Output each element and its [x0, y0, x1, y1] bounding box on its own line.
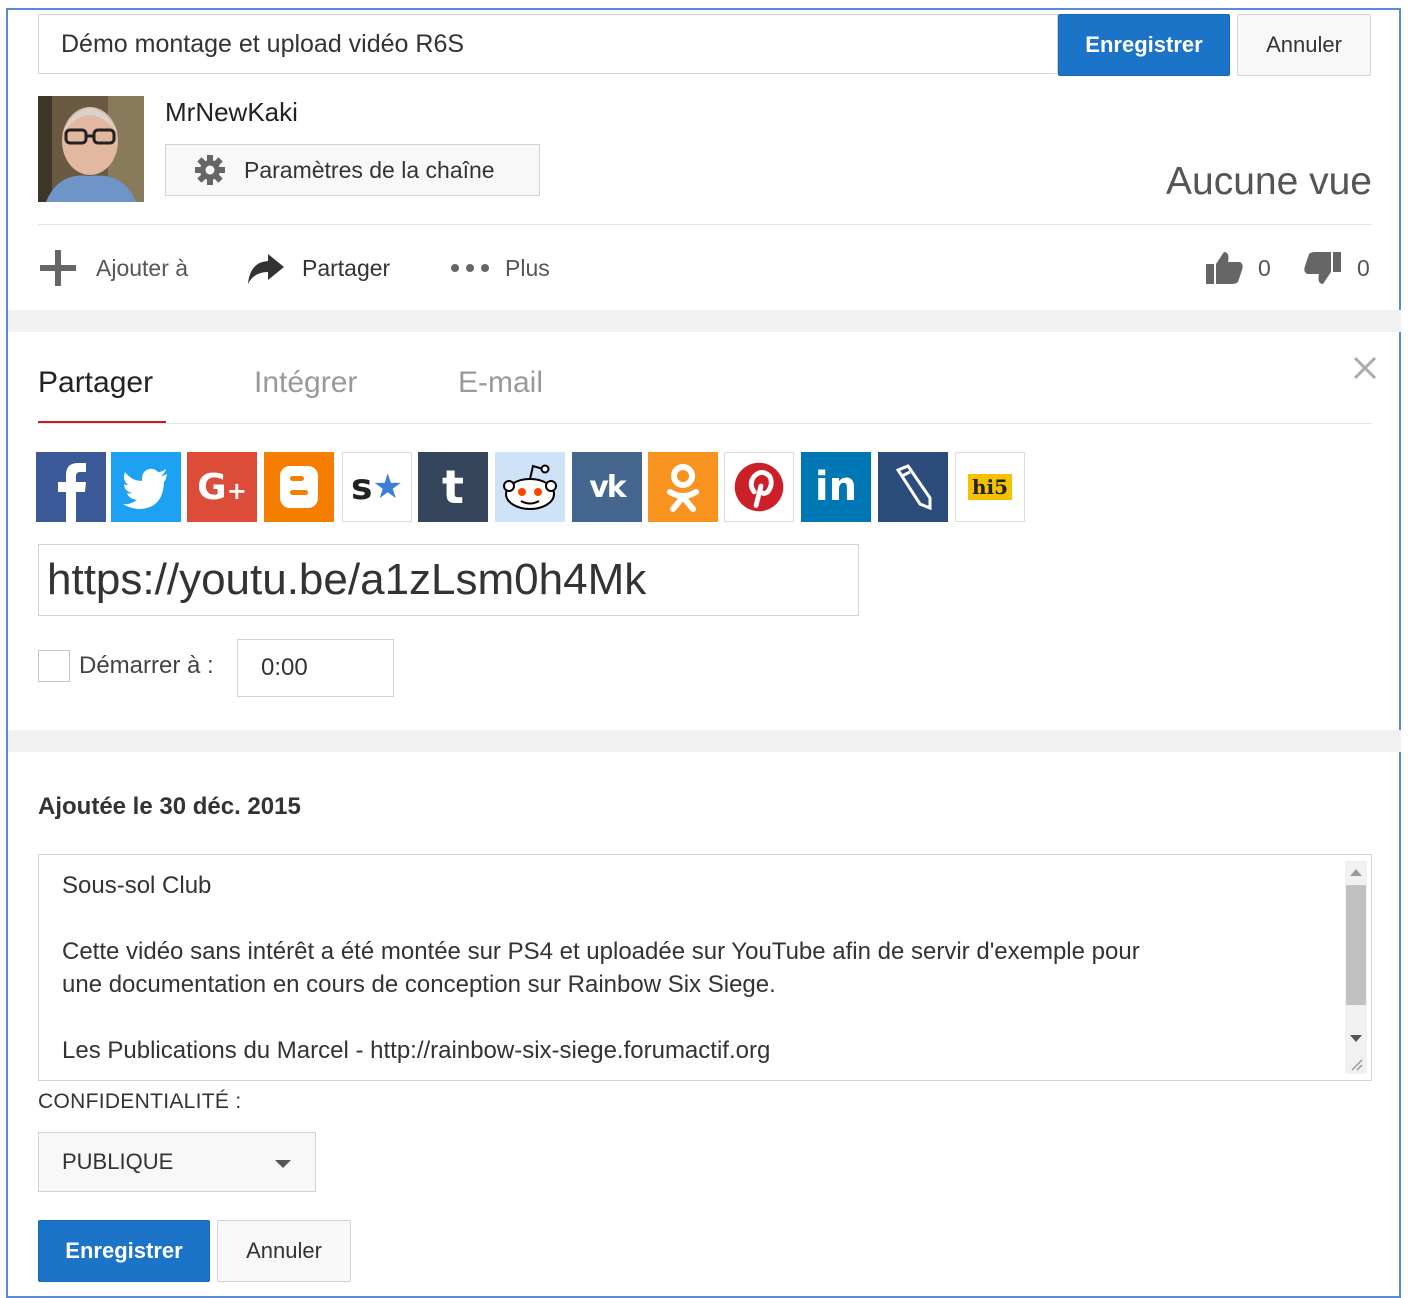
reddit-icon[interactable] — [495, 452, 565, 522]
channel-settings-button[interactable]: Paramètres de la chaîne — [165, 144, 540, 196]
tab-share[interactable]: Partager — [38, 366, 153, 400]
hi5-icon[interactable]: hi5 — [955, 452, 1025, 522]
divider — [38, 224, 1372, 225]
like-count: 0 — [1258, 254, 1271, 281]
chevron-down-icon — [275, 1160, 291, 1168]
tabs-divider — [38, 423, 1372, 424]
share-arrow-icon — [246, 248, 286, 288]
description-textarea[interactable]: Sous-sol Club Cette vidéo sans intérêt a… — [38, 854, 1372, 1081]
privacy-select[interactable]: PUBLIQUE — [38, 1132, 316, 1192]
linkedin-icon[interactable]: in — [801, 452, 871, 522]
tab-embed[interactable]: Intégrer — [254, 366, 357, 400]
view-count: Aucune vue — [1166, 160, 1372, 203]
share-label: Partager — [302, 254, 391, 281]
stumbleupon-icon[interactable]: s ★ — [342, 452, 412, 522]
gear-icon — [194, 154, 226, 186]
save-details-button[interactable]: Enregistrer — [38, 1220, 210, 1282]
vk-icon[interactable]: vk — [572, 452, 642, 522]
start-at-checkbox[interactable] — [38, 650, 70, 682]
tab-email[interactable]: E-mail — [458, 366, 543, 400]
channel-name[interactable]: MrNewKaki — [165, 97, 298, 128]
scroll-down-arrow-icon[interactable] — [1350, 1035, 1362, 1042]
dislike-count: 0 — [1357, 254, 1370, 281]
resize-grip-icon[interactable] — [1349, 1057, 1363, 1071]
blogger-icon[interactable] — [264, 452, 334, 522]
channel-settings-label: Paramètres de la chaîne — [244, 156, 495, 183]
dislike-button[interactable]: 0 — [1303, 248, 1370, 288]
more-button[interactable]: Plus — [449, 248, 550, 288]
livejournal-icon[interactable] — [878, 452, 948, 522]
start-time-input[interactable]: 0:00 — [237, 639, 394, 697]
more-label: Plus — [505, 254, 550, 281]
plus-icon — [38, 248, 78, 288]
tumblr-icon[interactable]: t — [418, 452, 488, 522]
privacy-label: CONFIDENTIALITÉ : — [38, 1090, 242, 1113]
pinterest-icon[interactable] — [724, 452, 794, 522]
like-button[interactable]: 0 — [1204, 248, 1271, 288]
share-url-field[interactable]: https://youtu.be/a1zLsm0h4Mk — [38, 544, 859, 616]
section-separator-2 — [8, 730, 1401, 752]
facebook-icon[interactable] — [36, 452, 106, 522]
video-title-input[interactable]: Démo montage et upload vidéo R6S — [38, 14, 1058, 74]
add-to-label: Ajouter à — [96, 254, 189, 281]
scroll-up-arrow-icon[interactable] — [1350, 869, 1362, 876]
scrollbar-thumb[interactable] — [1346, 885, 1366, 1005]
section-separator — [8, 310, 1401, 332]
privacy-value: PUBLIQUE — [62, 1149, 174, 1174]
close-icon[interactable] — [1351, 354, 1379, 387]
start-at-label: Démarrer à : — [79, 652, 214, 679]
odnoklassniki-icon[interactable] — [648, 452, 718, 522]
twitter-icon[interactable] — [111, 452, 181, 522]
thumbs-up-icon — [1204, 248, 1244, 288]
save-title-button[interactable]: Enregistrer — [1058, 14, 1230, 76]
cancel-details-button[interactable]: Annuler — [217, 1220, 351, 1282]
cancel-title-button[interactable]: Annuler — [1237, 14, 1371, 76]
description-text: Sous-sol Club Cette vidéo sans intérêt a… — [62, 872, 1140, 1064]
more-dots-icon — [449, 248, 491, 288]
google-plus-icon[interactable]: G+ — [187, 452, 257, 522]
description-scrollbar[interactable] — [1345, 861, 1367, 1074]
avatar[interactable] — [38, 96, 144, 202]
share-button[interactable]: Partager — [246, 248, 390, 288]
add-to-button[interactable]: Ajouter à — [38, 248, 188, 288]
upload-date: Ajoutée le 30 déc. 2015 — [38, 793, 301, 820]
thumbs-down-icon — [1303, 248, 1343, 288]
